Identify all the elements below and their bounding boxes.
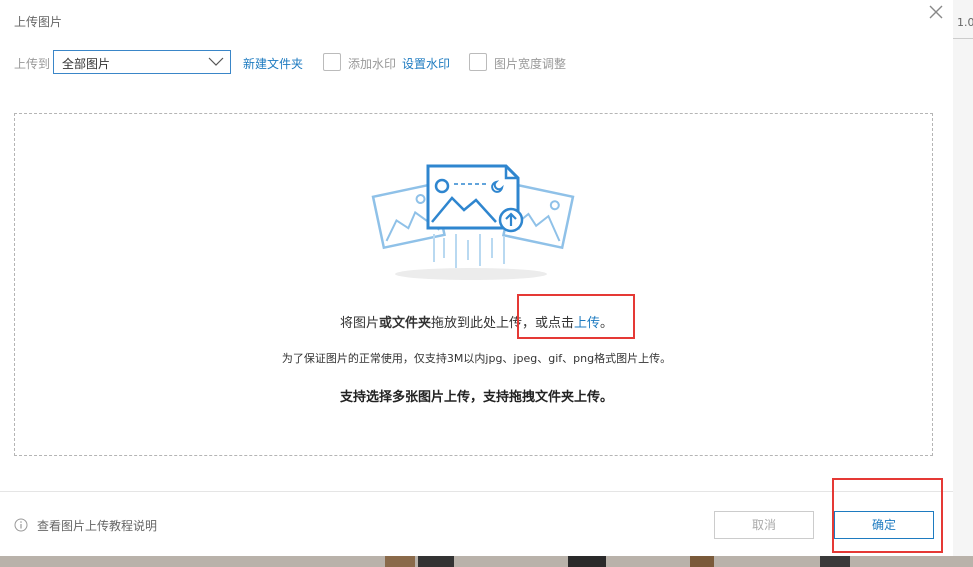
watermark-checkbox[interactable] [323, 53, 341, 71]
format-requirement-note: 为了保证图片的正常使用，仅支持3M以内jpg、jpeg、gif、png格式图片上… [281, 352, 672, 365]
highlight-box-upload-link [517, 294, 635, 339]
new-folder-link[interactable]: 新建文件夹 [243, 55, 303, 72]
dropzone-instruction: 将图片或文件夹拖放到此处上传，或点击上传。 [0, 312, 953, 331]
cancel-button[interactable]: 取消 [714, 511, 814, 539]
upload-tutorial-link[interactable]: 查看图片上传教程说明 [37, 517, 157, 534]
upload-image-dialog: 上传图片 上传到 全部图片 新建文件夹 添加水印 设置水印 图片宽度调整 将图片… [0, 0, 953, 556]
info-icon [14, 518, 28, 532]
upload-illustration-icon [371, 164, 575, 280]
background-thumbnail [568, 556, 606, 567]
background-thumbnail [690, 556, 714, 567]
chevron-down-icon [208, 57, 224, 66]
background-page-edge: 1.0 [953, 0, 973, 567]
background-thumbnail-strip [0, 556, 973, 567]
background-tab-text: 1.0 [957, 16, 973, 29]
highlight-box-confirm [832, 478, 943, 553]
width-adjust-checkbox-label: 图片宽度调整 [494, 57, 567, 71]
close-icon[interactable] [926, 2, 946, 22]
dialog-title: 上传图片 [14, 15, 63, 29]
background-thumbnail [820, 556, 850, 567]
folder-select-value: 全部图片 [62, 57, 111, 71]
multi-upload-note: 支持选择多张图片上传，支持拖拽文件夹上传。 [339, 390, 613, 405]
background-divider [953, 38, 973, 39]
background-thumbnail [418, 556, 454, 567]
set-watermark-link[interactable]: 设置水印 [402, 55, 450, 72]
instruction-text-bold: 或文件夹 [378, 316, 431, 331]
footer-divider [0, 491, 953, 492]
instruction-text-1: 将图片 [339, 316, 379, 331]
upload-to-label: 上传到 [14, 57, 51, 71]
folder-select[interactable]: 全部图片 [53, 50, 231, 74]
width-adjust-checkbox[interactable] [469, 53, 487, 71]
watermark-checkbox-label: 添加水印 [348, 57, 397, 71]
background-thumbnail [385, 556, 415, 567]
